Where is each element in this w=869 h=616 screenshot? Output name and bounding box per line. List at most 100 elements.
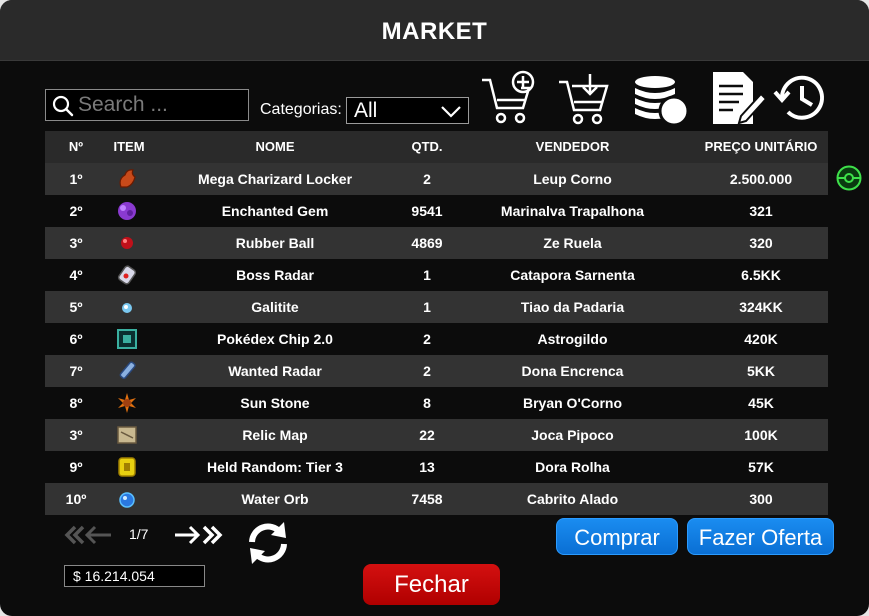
table-row[interactable]: 4º Boss Radar 1 Catapora Sarnenta 6.5KK — [45, 259, 828, 291]
market-table: Nº ITEM NOME QTD. VENDEDOR PREÇO UNITÁRI… — [45, 131, 828, 515]
item-name: Boss Radar — [236, 267, 314, 283]
item-name: Relic Map — [242, 427, 308, 443]
search-box[interactable] — [45, 89, 249, 121]
coins-icon — [635, 76, 690, 127]
header-item: ITEM — [113, 139, 145, 154]
item-quantity: 9541 — [411, 203, 443, 219]
window-title: MARKET — [381, 18, 488, 45]
seller-name: Leup Corno — [533, 171, 612, 187]
item-name: Held Random: Tier 3 — [207, 459, 343, 475]
table-row[interactable]: 5º Galitite 1 Tiao da Padaria 324KK — [45, 291, 828, 323]
edit-document-icon — [713, 72, 768, 125]
item-quantity: 1 — [423, 299, 431, 315]
item-quantity: 2 — [423, 171, 431, 187]
seller-name: Ze Ruela — [543, 235, 602, 251]
item-name: Pokédex Chip 2.0 — [217, 331, 333, 347]
table-header: Nº ITEM NOME QTD. VENDEDOR PREÇO UNITÁRI… — [45, 131, 828, 163]
table-row[interactable]: 1º Mega Charizard Locker 2 Leup Corno 2.500.… — [45, 163, 828, 195]
cart-download-icon — [559, 74, 609, 125]
unit-price: 420K — [744, 331, 778, 347]
table-row[interactable]: 9º Held Random: Tier 3 13 Dora Rolha 57K — [45, 451, 828, 483]
row-number: 9º — [69, 459, 83, 475]
seller-name: Bryan O'Corno — [522, 395, 622, 411]
coins-button[interactable] — [631, 68, 691, 128]
market-window: MARKET Categorias: All — [0, 0, 869, 616]
row-number: 1º — [69, 171, 83, 187]
row-number: 8º — [69, 395, 83, 411]
history-button[interactable] — [772, 68, 832, 128]
item-quantity: 1 — [423, 267, 431, 283]
unit-price: 2.500.000 — [729, 171, 793, 187]
next-page-icon[interactable] — [173, 524, 225, 546]
row-number: 3º — [69, 235, 83, 251]
item-name: Rubber Ball — [235, 235, 315, 251]
make-offer-button[interactable]: Fazer Oferta — [687, 518, 834, 555]
boss-radar-icon — [117, 265, 137, 285]
table-row[interactable]: 3º Rubber Ball 4869 Ze Ruela 320 — [45, 227, 828, 259]
chevron-down-icon — [441, 106, 461, 118]
item-name: Wanted Radar — [228, 363, 322, 379]
unit-price: 45K — [748, 395, 774, 411]
item-name: Sun Stone — [240, 395, 310, 411]
item-name: Mega Charizard Locker — [197, 171, 353, 187]
charizard-locker-icon — [119, 169, 136, 188]
seller-name: Dona Encrenca — [521, 363, 624, 379]
table-row[interactable]: 8º Sun Stone 8 Bryan O'Corno 45K — [45, 387, 828, 419]
unit-price: 100K — [744, 427, 778, 443]
item-quantity: 22 — [419, 427, 435, 443]
unit-price: 6.5KK — [741, 267, 781, 283]
item-quantity: 13 — [419, 459, 435, 475]
previous-page-icon[interactable] — [63, 524, 113, 546]
header-name: NOME — [255, 139, 295, 154]
pokeball-icon[interactable] — [836, 165, 862, 191]
row-number: 4º — [69, 267, 83, 283]
water-orb-icon — [119, 492, 135, 508]
item-quantity: 2 — [423, 363, 431, 379]
refresh-icon[interactable] — [244, 518, 292, 568]
unit-price: 321 — [749, 203, 773, 219]
category-select[interactable]: All — [346, 97, 469, 124]
table-row[interactable]: 2º Enchanted Gem 9541 Marinalva Trapalhona 3… — [45, 195, 828, 227]
unit-price: 320 — [749, 235, 773, 251]
title-bar: MARKET — [0, 0, 869, 61]
add-to-cart-icon — [482, 70, 535, 124]
add-to-cart-button[interactable] — [477, 68, 537, 128]
table-row[interactable]: 7º Wanted Radar 2 Dona Encrenca 5KK — [45, 355, 828, 387]
item-quantity: 8 — [423, 395, 431, 411]
row-number: 10º — [65, 491, 87, 507]
seller-name: Astrogildo — [537, 331, 608, 347]
search-input[interactable] — [78, 92, 243, 118]
row-number: 2º — [69, 203, 83, 219]
held-random-icon — [118, 457, 136, 477]
cart-download-button[interactable] — [554, 68, 614, 128]
gem-icon — [118, 202, 136, 220]
galitite-icon — [122, 303, 132, 313]
item-name: Enchanted Gem — [221, 203, 329, 219]
pokedex-chip-icon — [117, 329, 137, 349]
seller-name: Catapora Sarnenta — [510, 267, 635, 283]
category-selected-value: All — [354, 99, 378, 122]
unit-price: 57K — [748, 459, 774, 475]
item-quantity: 4869 — [411, 235, 443, 251]
seller-name: Dora Rolha — [535, 459, 610, 475]
buy-button[interactable]: Comprar — [556, 518, 678, 555]
item-name: Galitite — [251, 299, 299, 315]
unit-price: 5KK — [746, 363, 775, 379]
unit-price: 300 — [749, 491, 773, 507]
header-qtd: QTD. — [411, 139, 443, 154]
item-quantity: 2 — [423, 331, 431, 347]
edit-offer-button[interactable] — [707, 68, 768, 128]
history-icon — [773, 75, 824, 120]
table-row[interactable]: 6º Pokédex Chip 2.0 2 Astrogildo 420K — [45, 323, 828, 355]
category-label: Categorias: — [260, 101, 342, 118]
close-button[interactable]: Fechar — [363, 564, 500, 605]
table-row[interactable]: 3º Relic Map 22 Joca Pipoco 100K — [45, 419, 828, 451]
header-seller: VENDEDOR — [535, 139, 610, 154]
table-row[interactable]: 10º Water Orb 7458 Cabrito Alado 300 — [45, 483, 828, 515]
row-number: 6º — [69, 331, 83, 347]
seller-name: Marinalva Trapalhona — [500, 203, 645, 219]
header-num: Nº — [68, 139, 84, 154]
unit-price: 324KK — [739, 299, 783, 315]
table-body: 1º Mega Charizard Locker 2 Leup Corno 2.500.… — [45, 163, 828, 515]
page-indicator: 1/7 — [129, 526, 149, 542]
